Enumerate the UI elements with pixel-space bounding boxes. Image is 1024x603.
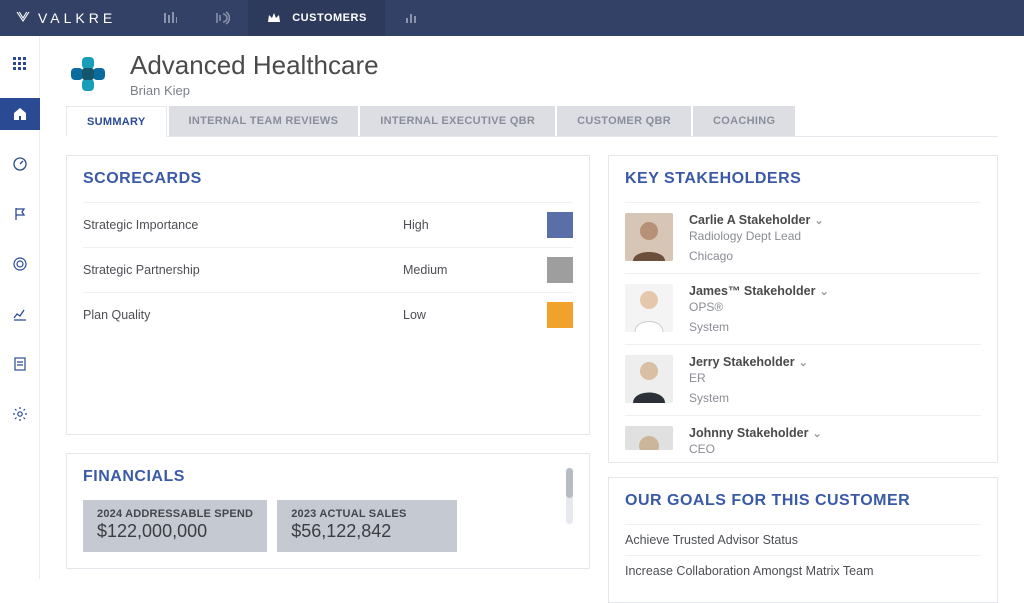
scorecard-row: Strategic Importance High bbox=[83, 202, 573, 247]
goals-title: OUR GOALS FOR THIS CUSTOMER bbox=[625, 492, 981, 510]
rail-target[interactable] bbox=[0, 248, 40, 280]
topnav-item-1[interactable] bbox=[144, 0, 196, 36]
panels: SCORECARDS Strategic Importance High Str… bbox=[66, 155, 998, 603]
tab-internal-executive-qbr[interactable]: INTERNAL EXECUTIVE QBR bbox=[360, 106, 555, 136]
target-icon bbox=[12, 256, 28, 272]
home-icon bbox=[12, 106, 28, 122]
stakeholder-row[interactable]: Johnny Stakeholder ⌄ CEO bbox=[625, 415, 981, 458]
topnav-item-customers[interactable]: CUSTOMERS bbox=[248, 0, 385, 36]
chart-icon bbox=[403, 10, 419, 26]
grid-icon bbox=[12, 56, 28, 72]
stakeholder-row[interactable]: Jerry Stakeholder ⌄ ER System bbox=[625, 344, 981, 415]
analytics-icon bbox=[12, 306, 28, 322]
financials-title: FINANCIALS bbox=[83, 468, 566, 486]
tab-internal-team-reviews[interactable]: INTERNAL TEAM REVIEWS bbox=[169, 106, 359, 136]
rail-report[interactable] bbox=[0, 348, 40, 380]
goal-item: Achieve Trusted Advisor Status bbox=[625, 524, 981, 555]
brand-logo: VALKRE bbox=[14, 9, 116, 27]
scorecard-swatch bbox=[547, 212, 573, 238]
stakeholder-role: Radiology Dept Lead bbox=[689, 229, 824, 243]
rail-gauge[interactable] bbox=[0, 148, 40, 180]
scorecard-swatch bbox=[547, 302, 573, 328]
pin-icon[interactable]: ⌄ bbox=[819, 286, 828, 298]
topnav-label-customers: CUSTOMERS bbox=[292, 12, 367, 24]
customer-owner: Brian Kiep bbox=[130, 83, 379, 98]
pin-icon[interactable]: ⌄ bbox=[814, 215, 823, 227]
avatar bbox=[625, 426, 673, 450]
stakeholder-location: Chicago bbox=[689, 249, 824, 263]
customer-header: Advanced Healthcare Brian Kiep bbox=[66, 50, 998, 98]
stakeholder-location: System bbox=[689, 391, 808, 405]
stakeholders-title: KEY STAKEHOLDERS bbox=[625, 170, 981, 188]
stakeholder-role: OPS® bbox=[689, 300, 829, 314]
medical-cross-icon bbox=[68, 54, 108, 94]
scorecard-value: Low bbox=[403, 308, 547, 322]
financial-tile: 2024 ADDRESSABLE SPEND $122,000,000 bbox=[83, 500, 267, 552]
scorecard-swatch bbox=[547, 257, 573, 283]
scorecard-name: Strategic Partnership bbox=[83, 263, 403, 277]
stakeholder-row[interactable]: Carlie A Stakeholder ⌄ Radiology Dept Lea… bbox=[625, 202, 981, 273]
brand-text: VALKRE bbox=[38, 10, 116, 26]
main-content: Advanced Healthcare Brian Kiep SUMMARY I… bbox=[40, 36, 1024, 579]
customer-logo bbox=[66, 52, 110, 96]
financials-scrollbar[interactable] bbox=[566, 468, 573, 524]
pin-icon[interactable]: ⌄ bbox=[799, 357, 808, 369]
scorecard-row: Plan Quality Low bbox=[83, 292, 573, 337]
avatar bbox=[625, 284, 673, 332]
stakeholder-role: CEO bbox=[689, 442, 822, 456]
top-bar: VALKRE CUSTOMERS bbox=[0, 0, 1024, 36]
flag-icon bbox=[12, 206, 28, 222]
bars-icon bbox=[162, 10, 178, 26]
tab-coaching[interactable]: COACHING bbox=[693, 106, 795, 136]
stakeholder-row[interactable]: James™ Stakeholder ⌄ OPS® System bbox=[625, 273, 981, 344]
topnav-item-2[interactable] bbox=[196, 0, 248, 36]
tab-summary[interactable]: SUMMARY bbox=[66, 106, 167, 137]
financial-tile: 2023 ACTUAL SALES $56,122,842 bbox=[277, 500, 457, 552]
scorecard-value: Medium bbox=[403, 263, 547, 277]
stakeholder-location: System bbox=[689, 320, 829, 334]
rail-settings[interactable] bbox=[0, 398, 40, 430]
pin-icon[interactable]: ⌄ bbox=[812, 428, 821, 440]
topnav-item-4[interactable] bbox=[385, 0, 437, 36]
scorecards-title: SCORECARDS bbox=[83, 170, 573, 188]
financial-label: 2024 ADDRESSABLE SPEND bbox=[97, 508, 253, 520]
tab-customer-qbr[interactable]: CUSTOMER QBR bbox=[557, 106, 691, 136]
customer-name: Advanced Healthcare bbox=[130, 50, 379, 81]
stakeholder-name: James™ Stakeholder bbox=[689, 284, 815, 298]
stakeholder-role: ER bbox=[689, 371, 808, 385]
left-rail bbox=[0, 36, 40, 579]
scorecard-value: High bbox=[403, 218, 547, 232]
goals-card: OUR GOALS FOR THIS CUSTOMER Achieve Trus… bbox=[608, 477, 998, 603]
crown-icon bbox=[266, 10, 282, 26]
financial-label: 2023 ACTUAL SALES bbox=[291, 508, 443, 520]
gear-icon bbox=[12, 406, 28, 422]
financials-card: FINANCIALS 2024 ADDRESSABLE SPEND $122,0… bbox=[66, 453, 590, 569]
tabs: SUMMARY INTERNAL TEAM REVIEWS INTERNAL E… bbox=[66, 106, 998, 137]
goal-item: Increase Collaboration Amongst Matrix Te… bbox=[625, 555, 981, 586]
report-icon bbox=[12, 356, 28, 372]
scorecard-name: Plan Quality bbox=[83, 308, 403, 322]
avatar bbox=[625, 213, 673, 261]
stakeholder-name: Jerry Stakeholder bbox=[689, 355, 795, 369]
stakeholder-name: Johnny Stakeholder bbox=[689, 426, 808, 440]
broadcast-icon bbox=[214, 10, 230, 26]
financial-value: $122,000,000 bbox=[97, 521, 253, 542]
valkre-mark-icon bbox=[14, 9, 32, 27]
scorecard-name: Strategic Importance bbox=[83, 218, 403, 232]
top-nav: CUSTOMERS bbox=[144, 0, 437, 36]
stakeholder-name: Carlie A Stakeholder bbox=[689, 213, 810, 227]
gauge-icon bbox=[12, 156, 28, 172]
avatar bbox=[625, 355, 673, 403]
rail-apps[interactable] bbox=[0, 48, 40, 80]
rail-analytics[interactable] bbox=[0, 298, 40, 330]
rail-home[interactable] bbox=[0, 98, 40, 130]
scorecard-row: Strategic Partnership Medium bbox=[83, 247, 573, 292]
financial-value: $56,122,842 bbox=[291, 521, 443, 542]
rail-flag[interactable] bbox=[0, 198, 40, 230]
stakeholders-card: KEY STAKEHOLDERS Carlie A Stakeholder ⌄ R… bbox=[608, 155, 998, 463]
scorecards-card: SCORECARDS Strategic Importance High Str… bbox=[66, 155, 590, 435]
